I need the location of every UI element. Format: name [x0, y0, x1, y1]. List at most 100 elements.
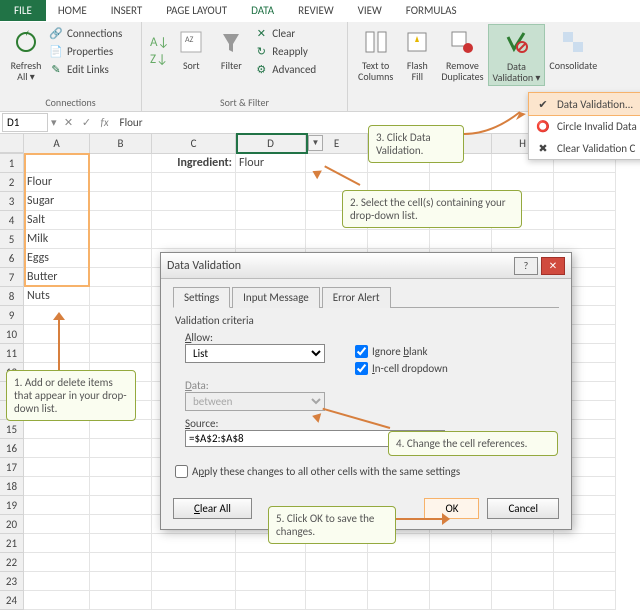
cell[interactable] [554, 534, 616, 553]
row-header[interactable]: 19 [0, 496, 24, 515]
tab-view[interactable]: VIEW [346, 0, 394, 21]
cancel-formula-icon[interactable]: ✕ [60, 116, 78, 129]
cell[interactable] [24, 591, 90, 610]
row-header[interactable]: 6 [0, 249, 24, 268]
cell[interactable] [24, 553, 90, 572]
cell[interactable] [152, 534, 236, 553]
cell-dropdown-arrow[interactable]: ▼ [308, 135, 323, 151]
allow-select[interactable]: List [185, 344, 325, 363]
cell[interactable] [554, 572, 616, 591]
cell[interactable] [90, 458, 152, 477]
menu-data-validation[interactable]: ✔Data Validation... [528, 92, 640, 116]
cell[interactable] [24, 534, 90, 553]
row-header[interactable]: 1 [0, 154, 24, 173]
cell[interactable] [24, 458, 90, 477]
row-header[interactable]: 22 [0, 553, 24, 572]
cell[interactable] [90, 496, 152, 515]
tab-formulas[interactable]: FORMULAS [394, 0, 469, 21]
cell[interactable] [90, 249, 152, 268]
select-all-corner[interactable] [0, 134, 24, 153]
menu-clear-validation[interactable]: ✖Clear Validation C [529, 137, 640, 159]
cell[interactable] [152, 173, 236, 192]
connections-button[interactable]: 🔗Connections [46, 24, 124, 42]
row-header[interactable]: 5 [0, 230, 24, 249]
col-header-b[interactable]: B [90, 134, 152, 153]
cell[interactable]: Flour [236, 154, 306, 173]
cell[interactable] [24, 477, 90, 496]
cell[interactable] [430, 553, 492, 572]
cell[interactable] [90, 154, 152, 173]
row-header[interactable]: 24 [0, 591, 24, 610]
cell[interactable] [554, 192, 616, 211]
row-header[interactable]: 11 [0, 344, 24, 363]
cell[interactable] [90, 192, 152, 211]
enter-formula-icon[interactable]: ✓ [78, 116, 96, 129]
cell[interactable] [152, 230, 236, 249]
cell[interactable] [24, 325, 90, 344]
cell[interactable] [368, 230, 430, 249]
clear-button[interactable]: ✕Clear [251, 24, 318, 42]
cell[interactable] [90, 553, 152, 572]
cell[interactable] [306, 591, 368, 610]
cell[interactable] [90, 325, 152, 344]
cell[interactable] [236, 553, 306, 572]
row-header[interactable]: 21 [0, 534, 24, 553]
properties-button[interactable]: 📄Properties [46, 42, 124, 60]
cell[interactable]: Milk [24, 230, 90, 249]
cell[interactable] [236, 192, 306, 211]
cell[interactable] [492, 553, 554, 572]
cell[interactable] [306, 230, 368, 249]
data-validation-button[interactable]: DataValidation ▾ [488, 24, 546, 86]
cell[interactable] [492, 230, 554, 249]
row-header[interactable]: 17 [0, 458, 24, 477]
ok-button[interactable]: OK [424, 498, 479, 519]
cell[interactable] [492, 572, 554, 591]
cell[interactable] [306, 572, 368, 591]
ignore-blank-checkbox[interactable]: Ignore blank [355, 345, 448, 358]
cell[interactable] [90, 439, 152, 458]
dialog-close-button[interactable]: ✕ [541, 257, 565, 275]
clear-all-button[interactable]: Clear All [173, 498, 252, 519]
cell[interactable] [24, 515, 90, 534]
cell[interactable] [90, 420, 152, 439]
fx-icon[interactable]: fx [96, 116, 114, 129]
row-header[interactable]: 2 [0, 173, 24, 192]
cell[interactable] [554, 173, 616, 192]
cell[interactable] [90, 477, 152, 496]
cell[interactable]: Flour [24, 173, 90, 192]
cell[interactable] [306, 553, 368, 572]
advanced-button[interactable]: ⚙Advanced [251, 60, 318, 78]
cell[interactable] [24, 344, 90, 363]
sort-button[interactable]: AZ Sort [171, 24, 211, 78]
file-tab[interactable]: FILE [0, 0, 46, 21]
cell[interactable] [90, 268, 152, 287]
cell[interactable] [90, 572, 152, 591]
tab-data[interactable]: DATA [239, 0, 286, 21]
cell[interactable] [24, 439, 90, 458]
cell[interactable] [152, 553, 236, 572]
cell[interactable] [90, 344, 152, 363]
cell[interactable] [152, 591, 236, 610]
text-to-columns-button[interactable]: Text toColumns [354, 24, 397, 86]
tab-home[interactable]: HOME [46, 0, 99, 21]
apply-all-checkbox[interactable]: Apply these changes to all other cells w… [175, 465, 559, 478]
cell[interactable] [24, 572, 90, 591]
cell[interactable]: Sugar [24, 192, 90, 211]
cell[interactable] [152, 572, 236, 591]
cell[interactable] [554, 211, 616, 230]
row-header[interactable]: 3 [0, 192, 24, 211]
tab-insert[interactable]: INSERT [99, 0, 155, 21]
cell[interactable] [430, 534, 492, 553]
cell[interactable] [430, 230, 492, 249]
cell[interactable] [24, 496, 90, 515]
row-header[interactable]: 7 [0, 268, 24, 287]
filter-button[interactable]: Filter [211, 24, 251, 78]
cell[interactable] [236, 173, 306, 192]
row-header[interactable]: 9 [0, 306, 24, 325]
cell[interactable] [430, 572, 492, 591]
cell[interactable] [90, 230, 152, 249]
cell[interactable] [152, 192, 236, 211]
cell[interactable] [90, 173, 152, 192]
cell[interactable] [492, 591, 554, 610]
row-header[interactable]: 4 [0, 211, 24, 230]
